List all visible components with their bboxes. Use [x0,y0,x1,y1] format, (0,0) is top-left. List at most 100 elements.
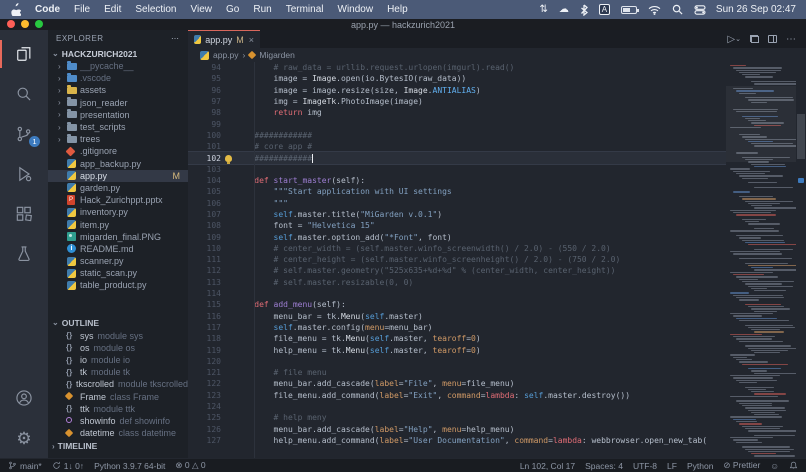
outline-item-datetime[interactable]: datetimeclass datetime [48,427,188,439]
code-line-124[interactable]: 124 [188,401,726,412]
file-tree-item-readme-md[interactable]: iREADME.md [48,243,188,255]
open-changes-icon[interactable] [750,35,759,43]
activity-source-control-icon[interactable]: 1 [0,114,48,154]
status-right-ln[interactable]: Ln 102, Col 17 [520,461,575,471]
views-more-actions-icon[interactable]: ⋯ [171,34,180,43]
breadcrumb[interactable]: app.py › Migarden [188,48,806,62]
file-tree-item-garden-py[interactable]: garden.py [48,182,188,194]
activity-run-debug-icon[interactable] [0,154,48,194]
menu-item-window[interactable]: Window [338,4,374,15]
timeline-section-header[interactable]: › TIMELINE [48,439,188,453]
battery-icon[interactable] [621,6,637,14]
code-line-100[interactable]: 100 ############ [188,130,726,141]
outline-item-sys[interactable]: {}sysmodule sys [48,330,188,342]
code-line-113[interactable]: 113 # self.master.resizable(0, 0) [188,277,726,288]
menu-item-code[interactable]: Code [35,4,60,15]
file-tree-item-app-backup-py[interactable]: app_backup.py [48,158,188,170]
file-tree-item-inventory-py[interactable]: inventory.py [48,206,188,218]
tab-app-py[interactable]: app.py M × [188,30,260,48]
outline-item-showinfo[interactable]: showinfodef showinfo [48,415,188,427]
breadcrumb-file[interactable]: app.py [213,50,239,60]
code-line-95[interactable]: 95 image = Image.open(io.BytesIO(raw_dat… [188,73,726,84]
code-line-103[interactable]: 103 [188,164,726,175]
code-line-104[interactable]: 104 def start_master(self): [188,175,726,186]
status-left-⊗[interactable]: ⊗ 0 △ 0 [175,460,205,471]
code-line-119[interactable]: 119 help_menu = tk.Menu(self.master, tea… [188,344,726,355]
file-tree-item-hack-zurichppt-pptx[interactable]: PHack_Zurichppt.pptx [48,194,188,206]
code-line-101[interactable]: 101 # core app # [188,141,726,152]
menu-item-file[interactable]: File [74,4,90,15]
cloud-icon[interactable]: ☁ [559,4,569,15]
code-line-98[interactable]: 98 return img [188,107,726,118]
search-icon[interactable] [672,4,683,15]
minimap[interactable] [726,62,796,458]
code-line-110[interactable]: 110 # center_width = (self.master.winfo_… [188,243,726,254]
wifi-icon[interactable] [648,5,661,15]
close-window-button[interactable] [7,20,15,28]
scrollbar[interactable] [796,62,806,458]
code-line-109[interactable]: 109 self.master.option_add("*Font", font… [188,231,726,242]
more-actions-icon[interactable]: ⋯ [786,34,796,45]
status-right-utf-8[interactable]: UTF-8 [633,461,657,471]
menu-item-terminal[interactable]: Terminal [286,4,324,15]
outline-item-tk[interactable]: {}tkmodule tk [48,366,188,378]
maximize-window-button[interactable] [35,20,43,28]
run-python-file-button[interactable]: ▷⌄ [727,34,741,45]
split-editor-icon[interactable] [768,35,777,43]
code-line-108[interactable]: 108 font = "Helvetica 15" [188,220,726,231]
activity-settings-icon[interactable]: ⚙ [0,418,48,458]
control-center-icon[interactable] [694,5,706,15]
menu-item-edit[interactable]: Edit [104,4,121,15]
code-lines[interactable]: 94 # raw_data = urllib.request.urlopen(i… [188,62,726,458]
code-line-111[interactable]: 111 # center_height = (self.master.winfo… [188,254,726,265]
code-line-105[interactable]: 105 """Start application with UI setting… [188,186,726,197]
menu-item-run[interactable]: Run [253,4,271,15]
lightbulb-icon[interactable] [225,155,232,162]
code-line-117[interactable]: 117 self.master.config(menu=menu_bar) [188,322,726,333]
code-line-120[interactable]: 120 [188,356,726,367]
activity-search-icon[interactable] [0,74,48,114]
updown-arrows-icon[interactable]: ⇅ [540,4,548,15]
outline-item-os[interactable]: {}osmodule os [48,342,188,354]
status-left-main*[interactable]: main* [8,461,42,471]
code-line-126[interactable]: 126 menu_bar.add_cascade(label="Help", m… [188,424,726,435]
bluetooth-icon[interactable] [580,4,588,16]
code-line-116[interactable]: 116 menu_bar = tk.Menu(self.master) [188,311,726,322]
breadcrumb-symbol[interactable]: Migarden [259,50,294,60]
code-line-115[interactable]: 115 def add_menu(self): [188,299,726,310]
file-tree-item-migarden-final-png[interactable]: migarden_final.PNG [48,231,188,243]
status-right-python[interactable]: Python [687,461,713,471]
file-tree-item-test-scripts[interactable]: ›test_scripts [48,121,188,133]
code-line-99[interactable]: 99 [188,118,726,129]
code-line-96[interactable]: 96 image = image.resize(size, Image.ANTI… [188,85,726,96]
apple-icon[interactable] [10,3,21,16]
menu-item-view[interactable]: View [191,4,213,15]
outline-section-header[interactable]: ⌄ OUTLINE [48,316,188,330]
outline-item-io[interactable]: {}iomodule io [48,354,188,366]
menu-bar-clock[interactable]: Sun 26 Sep 02:47 [716,4,796,15]
code-line-107[interactable]: 107 self.master.title("MiGarden v.0.1") [188,209,726,220]
input-source-a-icon[interactable]: A [599,4,610,15]
code-line-122[interactable]: 122 menu_bar.add_cascade(label="File", m… [188,378,726,389]
status-left-python[interactable]: Python 3.9.7 64-bit [94,461,165,471]
file-tree-item-assets[interactable]: ›assets [48,84,188,96]
code-line-106[interactable]: 106 """ [188,198,726,209]
file-tree-item-static-scan-py[interactable]: static_scan.py [48,267,188,279]
code-line-118[interactable]: 118 file_menu = tk.Menu(self.master, tea… [188,333,726,344]
status-right-spaces[interactable]: Spaces: 4 [585,461,623,471]
activity-extensions-icon[interactable] [0,194,48,234]
tab-close-icon[interactable]: × [249,35,254,45]
status-left-1↓[interactable]: 1↓ 0↑ [52,461,84,471]
status-right-bell[interactable] [789,461,798,470]
menu-item-selection[interactable]: Selection [135,4,176,15]
file-tree-item--vscode[interactable]: ›.vscode [48,72,188,84]
file-tree-item-scanner-py[interactable]: scanner.py [48,255,188,267]
code-line-125[interactable]: 125 # help meny [188,412,726,423]
minimize-window-button[interactable] [21,20,29,28]
file-tree-item--gitignore[interactable]: .gitignore [48,145,188,157]
outline-item-tkscrolled[interactable]: {}tkscrolledmodule tkscrolled [48,378,188,390]
menu-item-help[interactable]: Help [387,4,408,15]
status-right-⊘[interactable]: ⊘ Prettier [723,460,760,471]
file-tree-item-table-product-py[interactable]: table_product.py [48,279,188,291]
outline-item-ttk[interactable]: {}ttkmodule ttk [48,403,188,415]
